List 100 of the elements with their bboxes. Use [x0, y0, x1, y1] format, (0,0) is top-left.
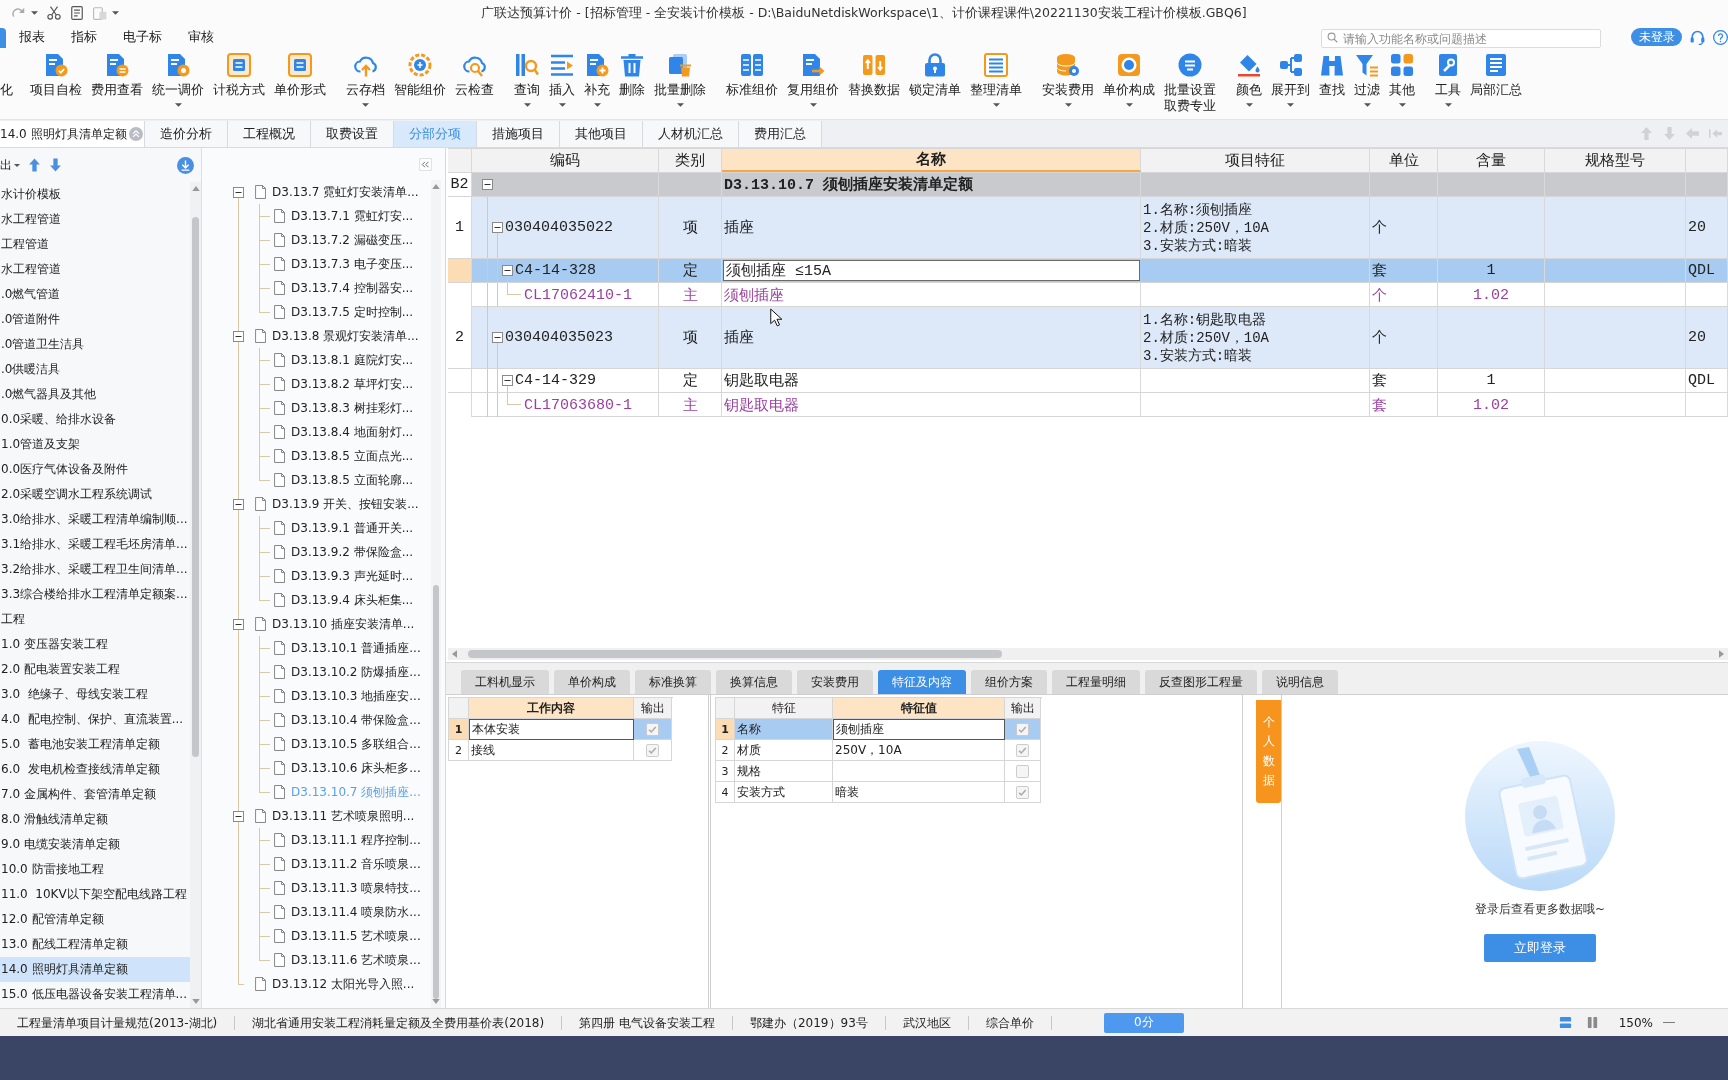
toolbar-button[interactable]: 智能组价	[391, 53, 449, 117]
tab[interactable]: 人材机汇总	[643, 121, 739, 147]
toolbar-button[interactable]: 展开到	[1268, 53, 1313, 117]
tree-item[interactable]: 9.0 电缆安装清单定额	[0, 832, 190, 857]
tab[interactable]: 反查图形工程量	[1145, 670, 1257, 694]
tab[interactable]: 取费设置	[311, 121, 394, 147]
collapse-panel-icon[interactable]	[419, 157, 432, 171]
tree-item[interactable]: .0燃气管道	[0, 282, 190, 307]
tree-item[interactable]: D3.13.7.1 霓虹灯安...	[202, 204, 431, 228]
tree-item[interactable]: 3.0给排水、采暖工程清单编制顺...	[0, 507, 190, 532]
name-input-field[interactable]: 须刨插座 ≤15A	[723, 260, 1140, 281]
toolbar-button[interactable]: 批量设置取费专业	[1161, 53, 1219, 117]
checkbox[interactable]	[1016, 722, 1029, 736]
toolbar-button[interactable]: 项目自检	[27, 53, 85, 117]
columns-view-icon[interactable]	[1585, 1016, 1599, 1029]
menu-tab-edge[interactable]	[0, 28, 6, 48]
toolbar-button[interactable]: 单价形式	[271, 53, 329, 117]
table-row[interactable]: C4-14-329 定 钥匙取电器 套 1 QDL	[448, 369, 1728, 393]
scroll-up-icon[interactable]	[191, 186, 200, 191]
menu-item[interactable]: 报表	[6, 26, 58, 48]
tree-item[interactable]: D3.13.10.2 防爆插座...	[202, 660, 431, 684]
toolbar-button[interactable]: 补充	[581, 53, 613, 117]
tree-item[interactable]: D3.13.10.1 普通插座...	[202, 636, 431, 660]
value-input-field[interactable]: 须刨插座	[833, 719, 1005, 740]
tree-item[interactable]: D3.13.10.3 地插座安...	[202, 684, 431, 708]
toolbar-button[interactable]: 批量删除	[651, 53, 709, 117]
tree-item[interactable]: D3.13.10.6 床头柜多...	[202, 756, 431, 780]
minus-box-icon[interactable]	[233, 186, 244, 198]
tree-item[interactable]: D3.13.8.5 立面点光...	[202, 444, 431, 468]
column-header[interactable]: 单位	[1370, 149, 1438, 172]
vertical-scrollbar[interactable]	[190, 182, 201, 1008]
tree-item[interactable]: D3.13.11.1 程序控制...	[202, 828, 431, 852]
tree-item[interactable]: .0管道附件	[0, 307, 190, 332]
tree-item[interactable]: 5.0 蓄电池安装工程清单定额	[0, 732, 190, 757]
tree-item[interactable]: D3.13.11.4 喷泉防水...	[202, 900, 431, 924]
column-header[interactable]: 工作内容	[469, 698, 634, 719]
tab[interactable]: 费用汇总	[739, 121, 822, 147]
tree-item[interactable]: 工程管道	[0, 232, 190, 257]
minus-box-icon[interactable]	[233, 618, 244, 630]
search-field[interactable]: 请输入功能名称或问题描述	[1321, 29, 1601, 48]
tree-item[interactable]: .0燃气器具及其他	[0, 382, 190, 407]
tree-item[interactable]: 4.0 配电控制、保护、直流装置...	[0, 707, 190, 732]
column-header[interactable]: 输出	[1005, 698, 1041, 719]
toolbar-button[interactable]: 化	[0, 53, 13, 117]
clipboard-icon[interactable]	[93, 6, 107, 20]
minus-box-icon[interactable]	[492, 222, 503, 233]
tree-item[interactable]: .0管道卫生洁具	[0, 332, 190, 357]
tree-item[interactable]: D3.13.12 太阳光导入照...	[202, 972, 431, 996]
toolbar-button[interactable]: 单价构成	[1100, 53, 1158, 117]
column-header[interactable]: 编码	[472, 149, 659, 172]
scroll-right-icon[interactable]	[1719, 650, 1724, 658]
toolbar-button[interactable]: 查找	[1316, 53, 1348, 117]
tree-item[interactable]: D3.13.11.6 艺术喷泉...	[202, 948, 431, 972]
tree-item[interactable]: D3.13.9.4 床头柜集...	[202, 588, 431, 612]
tree-item[interactable]: 13.0 配线工程清单定额	[0, 932, 190, 957]
table-row[interactable]: C4-14-328 定 须刨插座 ≤15A 套 1 QDL	[448, 259, 1728, 283]
toolbar-button[interactable]: 整理清单	[967, 53, 1025, 117]
toolbar-button[interactable]: 计税方式	[210, 53, 268, 117]
tab[interactable]: 其他项目	[560, 121, 643, 147]
minus-box-icon[interactable]	[492, 332, 503, 343]
toolbar-button[interactable]: 标准组价	[723, 53, 781, 117]
scissors-icon[interactable]	[47, 6, 61, 20]
tree-item[interactable]: D3.13.8.2 草坪灯安...	[202, 372, 431, 396]
checkbox[interactable]	[1016, 785, 1029, 799]
tree-item[interactable]: 12.0 配管清单定额	[0, 907, 190, 932]
toolbar-button[interactable]: 云存档	[343, 53, 388, 117]
arrow-left-icon[interactable]	[1709, 127, 1722, 140]
toolbar-button[interactable]: 颜色	[1233, 53, 1265, 117]
toolbar-button[interactable]: 替换数据	[845, 53, 903, 117]
tree-item[interactable]: 14.0 照明灯具清单定额	[0, 957, 190, 982]
minus-box-icon[interactable]	[502, 265, 513, 276]
tree-item[interactable]: 工程	[0, 607, 190, 632]
scrollbar-thumb[interactable]	[192, 217, 199, 757]
tree-item[interactable]: 11.0 10KV以下架空配电线路工程	[0, 882, 190, 907]
tree-item[interactable]: 水计价模板	[0, 182, 190, 207]
minus-box-icon[interactable]	[233, 810, 244, 822]
zoom-out-icon[interactable]	[1663, 1021, 1675, 1024]
column-header[interactable]: 输出	[634, 698, 672, 719]
tab[interactable]: 单价构成	[554, 670, 630, 694]
tree-item[interactable]: D3.13.7 霓虹灯安装清单...	[202, 180, 431, 204]
tree-item[interactable]: D3.13.11.5 艺术喷泉...	[202, 924, 431, 948]
tree-item[interactable]: D3.13.10.5 多联组合...	[202, 732, 431, 756]
scroll-down-icon[interactable]	[191, 999, 200, 1004]
tab[interactable]: 措施项目	[477, 121, 560, 147]
tree-item[interactable]: 2.0 配电装置安装工程	[0, 657, 190, 682]
document-icon[interactable]	[70, 6, 84, 20]
column-header[interactable]: 特征	[735, 698, 833, 719]
menu-item[interactable]: 审核	[175, 26, 227, 48]
tree-item[interactable]: D3.13.8.5 立面轮廓...	[202, 468, 431, 492]
toolbar-button[interactable]: 工具	[1432, 53, 1464, 117]
toolbar-button[interactable]: 费用查看	[88, 53, 146, 117]
export-button[interactable]: 出	[0, 156, 20, 174]
minus-box-icon[interactable]	[233, 498, 244, 510]
tree-item[interactable]: 3.0 绝缘子、母线安装工程	[0, 682, 190, 707]
table-row[interactable]: B2 D3.13.10.7 须刨插座安装清单定额	[448, 173, 1728, 197]
tree-item[interactable]: D3.13.7.3 电子变压...	[202, 252, 431, 276]
tree-item[interactable]: D3.13.7.5 定时控制...	[202, 300, 431, 324]
table-row[interactable]: CL17063680-1 主 钥匙取电器 套 1.02	[448, 393, 1728, 417]
vertical-scrollbar[interactable]	[431, 180, 441, 1008]
tree-item[interactable]: 7.0 金属构件、套管清单定额	[0, 782, 190, 807]
